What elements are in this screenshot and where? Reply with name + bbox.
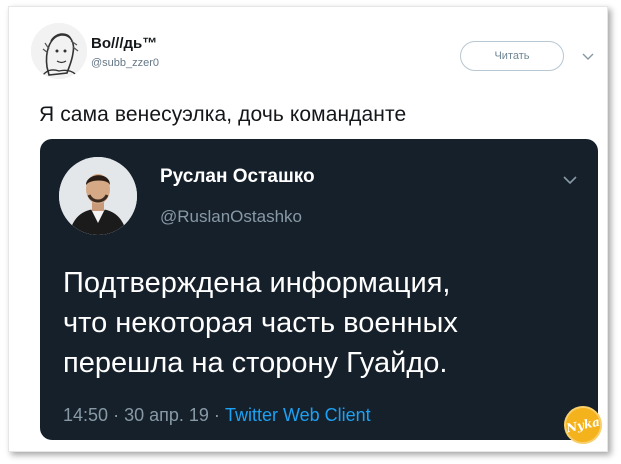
tweet-time[interactable]: 14:50: [63, 405, 108, 425]
author-avatar[interactable]: [31, 23, 87, 79]
quoted-author-avatar[interactable]: [59, 157, 137, 235]
chevron-down-icon[interactable]: [562, 175, 578, 185]
person-photo-icon: [59, 157, 137, 235]
follow-button[interactable]: Читать: [460, 41, 564, 71]
quoted-author-name[interactable]: Руслан Осташко: [160, 166, 315, 188]
tweet-source-link[interactable]: Twitter Web Client: [225, 405, 371, 425]
quoted-tweet-text: Подтверждена информация, что некоторая ч…: [63, 263, 583, 383]
quoted-text-line: перешла на сторону Гуайдо.: [63, 347, 448, 379]
sketch-portrait-icon: [31, 23, 87, 79]
tweet-date[interactable]: 30 апр. 19: [124, 405, 209, 425]
quoted-text-line: что некоторая часть военных: [63, 307, 458, 339]
chevron-down-icon[interactable]: [581, 51, 595, 61]
quoted-tweet-meta: 14:50 · 30 апр. 19 · Twitter Web Client: [63, 405, 371, 426]
meta-separator: ·: [113, 405, 120, 425]
quoted-tweet[interactable]: Руслан Осташко @RuslanOstashko Подтвержд…: [40, 139, 598, 440]
author-handle[interactable]: @subb_zzer0: [91, 57, 159, 69]
meta-separator: ·: [213, 405, 220, 425]
tweet-card: Во///дь™ @subb_zzer0 Читать Я сама венес…: [8, 6, 608, 452]
quoted-text-line: Подтверждена информация,: [63, 267, 451, 299]
tweet-text: Я сама венесуэлка, дочь команданте: [39, 103, 407, 126]
author-name[interactable]: Во///дь™: [91, 35, 157, 52]
quoted-author-handle[interactable]: @RuslanOstashko: [160, 207, 302, 227]
